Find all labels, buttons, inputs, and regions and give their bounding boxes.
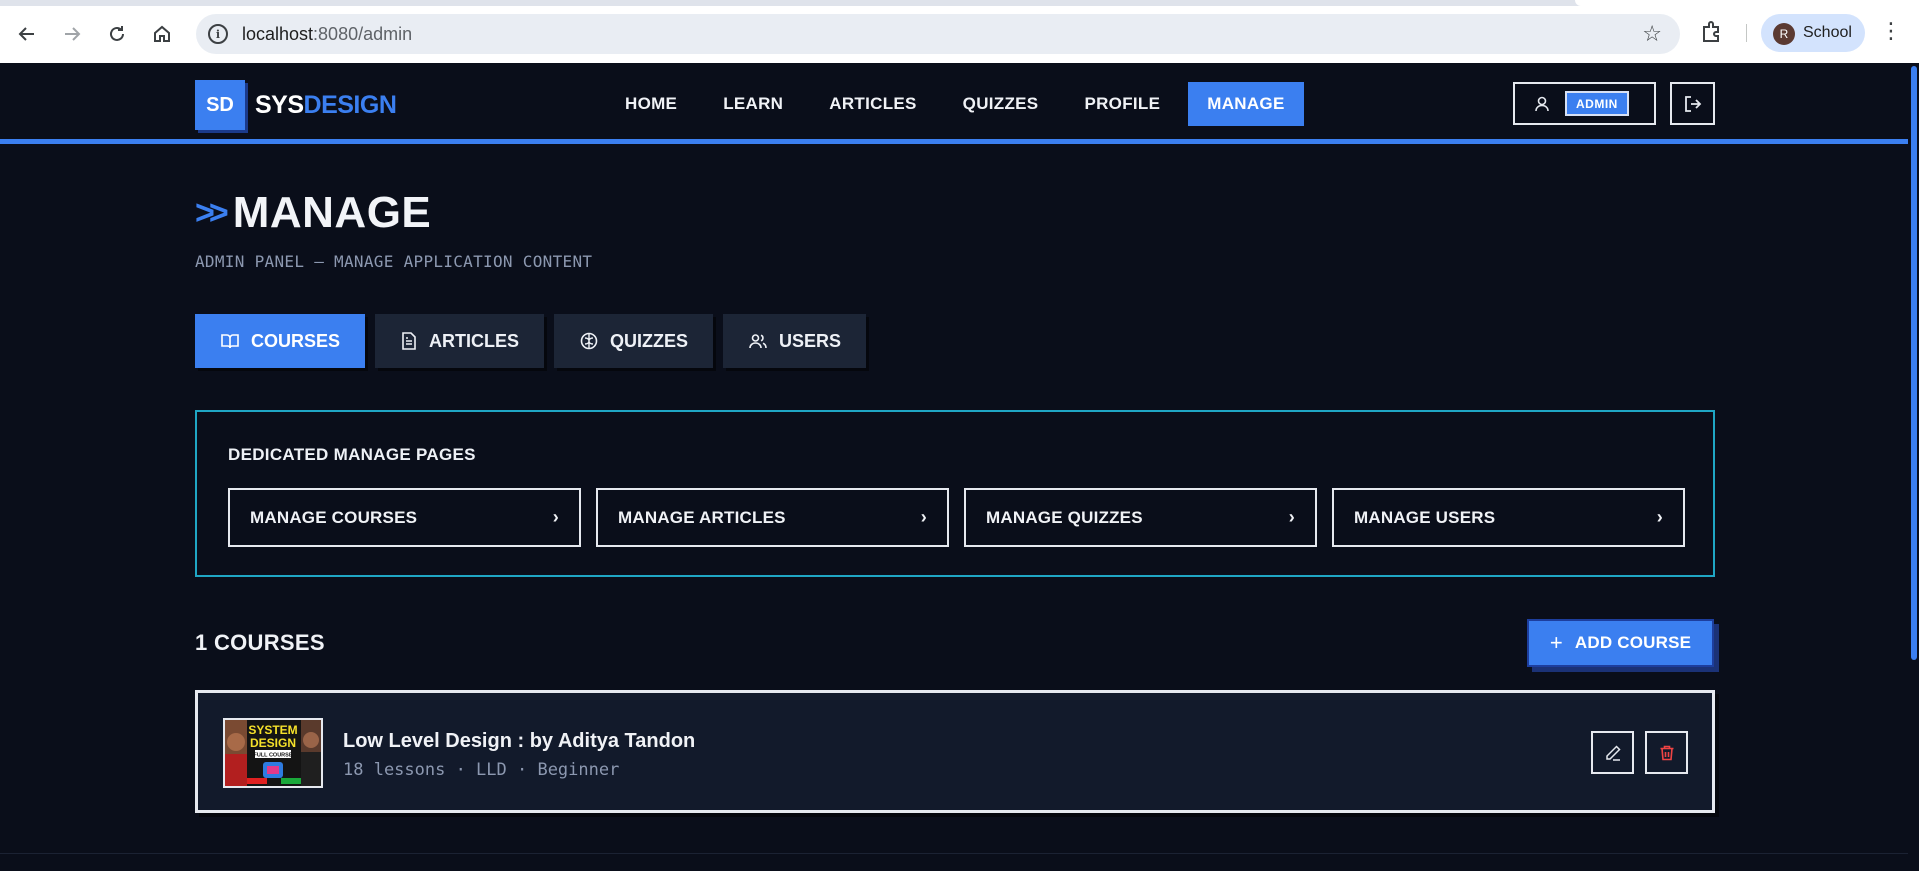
profile-chip[interactable]: R School [1761, 14, 1865, 52]
chevron-right-icon: › [1656, 507, 1663, 527]
logo-badge[interactable]: SD [195, 80, 245, 130]
profile-name: School [1803, 24, 1852, 41]
book-open-icon [221, 334, 239, 349]
user-menu-button[interactable]: ADMIN [1513, 82, 1656, 125]
trash-icon [1660, 745, 1673, 760]
tab-articles-label: ARTICLES [429, 330, 520, 351]
manage-courses-link[interactable]: MANAGE COURSES › [228, 488, 581, 547]
logout-button[interactable] [1670, 82, 1715, 125]
browser-menu-icon[interactable]: ⋮ [1880, 18, 1902, 48]
course-thumbnail: SYSTEM DESIGN FULL COURSE [223, 718, 323, 788]
forward-icon[interactable] [57, 19, 87, 49]
pencil-icon [1605, 744, 1621, 761]
courses-count-heading: 1 COURSES [195, 630, 325, 655]
panel-title: DEDICATED MANAGE PAGES [228, 445, 476, 464]
page-subtitle: ADMIN PANEL — MANAGE APPLICATION CONTENT [195, 252, 593, 271]
add-course-button[interactable]: + ADD COURSE [1527, 619, 1714, 667]
link-label: MANAGE COURSES [250, 507, 418, 527]
avatar: R [1773, 23, 1795, 45]
link-label: MANAGE USERS [1354, 507, 1496, 527]
plus-icon: + [1549, 630, 1563, 655]
manage-articles-link[interactable]: MANAGE ARTICLES › [596, 488, 949, 547]
chevron-right-icon: › [920, 507, 927, 527]
scrollbar-thumb[interactable] [1911, 66, 1917, 660]
page-title-text: MANAGE [232, 188, 432, 237]
chevron-right-icon: › [1288, 507, 1295, 527]
course-meta: 18 lessons · LLD · Beginner [343, 760, 620, 780]
footer-divider [0, 853, 1908, 854]
app-header: SD SYSDESIGN HOME LEARN ARTICLES QUIZZES… [0, 63, 1908, 144]
thumb-text-1: SYSTEM [248, 723, 297, 737]
thumb-text-2: DESIGN [250, 736, 296, 750]
nav-profile[interactable]: PROFILE [1066, 82, 1178, 126]
brain-icon [580, 332, 598, 350]
nav-quizzes[interactable]: QUIZZES [945, 82, 1057, 126]
link-label: MANAGE QUIZZES [986, 507, 1143, 527]
address-bar[interactable]: i localhost:8080/admin ☆ [196, 14, 1680, 54]
add-course-label: ADD COURSE [1574, 633, 1692, 652]
browser-chrome: i localhost:8080/admin ☆ R School ⋮ [0, 0, 1919, 63]
tab-articles[interactable]: ARTICLES [375, 314, 545, 368]
url-text: localhost:8080/admin [242, 24, 413, 44]
tab-courses[interactable]: COURSES [195, 314, 366, 368]
manage-users-link[interactable]: MANAGE USERS › [1332, 488, 1685, 547]
extensions-icon[interactable] [1700, 20, 1724, 44]
users-icon [749, 334, 767, 349]
site-info-icon[interactable]: i [208, 24, 228, 44]
manage-quizzes-link[interactable]: MANAGE QUIZZES › [964, 488, 1317, 547]
nav-learn[interactable]: LEARN [705, 82, 801, 126]
thumb-text-3: FULL COURSE [253, 753, 292, 759]
home-icon[interactable] [147, 19, 177, 49]
dedicated-links: MANAGE COURSES › MANAGE ARTICLES › MANAGE … [228, 488, 1685, 547]
nav-articles[interactable]: ARTICLES [811, 82, 934, 126]
tab-quizzes[interactable]: QUIZZES [554, 314, 714, 368]
user-icon [1535, 96, 1549, 111]
file-text-icon [402, 332, 416, 350]
double-chevron-icon: >> [195, 193, 229, 232]
main-nav: HOME LEARN ARTICLES QUIZZES PROFILE MANA… [607, 82, 1314, 126]
role-badge: ADMIN [1565, 91, 1629, 116]
toolbar-divider [1746, 24, 1747, 42]
reload-icon[interactable] [102, 19, 132, 49]
link-label: MANAGE ARTICLES [618, 507, 786, 527]
dedicated-pages-panel: DEDICATED MANAGE PAGES MANAGE COURSES › M… [195, 410, 1715, 577]
logout-icon [1684, 95, 1701, 112]
tab-users-label: USERS [779, 330, 842, 351]
delete-course-button[interactable] [1645, 731, 1688, 774]
tab-strip [0, 0, 1919, 6]
tab-courses-label: COURSES [251, 330, 341, 351]
admin-tabs: COURSES ARTICLES QUIZZES USERS [195, 314, 876, 368]
nav-home[interactable]: HOME [607, 82, 695, 126]
nav-manage[interactable]: MANAGE [1188, 82, 1304, 126]
page-title: >> MANAGE [195, 188, 431, 238]
edit-course-button[interactable] [1591, 731, 1634, 774]
logo-text[interactable]: SYSDESIGN [255, 91, 397, 120]
course-title: Low Level Design : by Aditya Tandon [343, 730, 696, 752]
tab-users[interactable]: USERS [723, 314, 867, 368]
course-row: SYSTEM DESIGN FULL COURSE Low Level Desi… [195, 690, 1715, 813]
tab-quizzes-label: QUIZZES [610, 330, 689, 351]
bookmark-star-icon[interactable]: ☆ [1642, 21, 1662, 47]
back-icon[interactable] [12, 19, 42, 49]
chevron-right-icon: › [552, 507, 559, 527]
